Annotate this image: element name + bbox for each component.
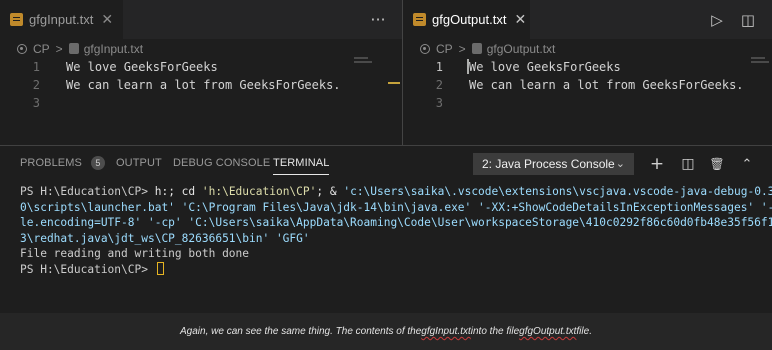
code-line: 2 We can learn a lot from GeeksForGeeks.: [0, 76, 402, 94]
text-file-icon: [413, 13, 426, 26]
tab-problems-label: PROBLEMS: [20, 157, 82, 169]
terminal-line: PS H:\Education\CP>: [20, 261, 772, 278]
breadcrumb-left: CP > gfgInput.txt: [0, 39, 402, 58]
tab-output[interactable]: OUTPUT: [116, 146, 162, 180]
terminal-line: PS H:\Education\CP> h:; cd 'h:\Education…: [20, 184, 772, 200]
text-file-icon: [10, 13, 23, 26]
new-terminal-icon[interactable]: +: [647, 153, 667, 175]
terminal-operator: ; &: [316, 185, 344, 198]
tab-bar-left: gfgInput.txt ✕ ···: [0, 0, 402, 39]
file-icon: [471, 43, 482, 54]
tab-debug-console-label: DEBUG CONSOLE: [173, 157, 271, 169]
breadcrumb-file[interactable]: gfgOutput.txt: [487, 42, 556, 56]
tab-label: gfgInput.txt: [29, 12, 94, 27]
panel-tab-bar: PROBLEMS 5 OUTPUT DEBUG CONSOLE TERMINAL…: [0, 146, 772, 180]
minimap-right[interactable]: [751, 57, 769, 117]
file-icon: [68, 43, 79, 54]
tab-bar-right: gfgOutput.txt ✕ ▷ ◫: [403, 0, 772, 39]
more-actions-icon[interactable]: ···: [366, 0, 390, 39]
breadcrumb-right: CP > gfgOutput.txt: [403, 39, 772, 58]
terminal-command: h:; cd: [154, 185, 202, 198]
tab-terminal[interactable]: TERMINAL: [273, 146, 330, 180]
code-line: 2 We can learn a lot from GeeksForGeeks.: [403, 76, 772, 94]
caption-filename-output: gfgOutput.txt: [519, 326, 577, 337]
split-terminal-icon[interactable]: ◫: [678, 153, 698, 175]
line-text: We love GeeksForGeeks: [469, 60, 621, 74]
chevron-down-icon: ⌄: [615, 158, 625, 170]
terminal-cursor: [156, 261, 164, 275]
tab-terminal-label: TERMINAL: [273, 157, 330, 169]
folder-target-icon: [420, 43, 430, 54]
line-text: [40, 94, 66, 112]
folder-target-icon: [17, 43, 27, 54]
breadcrumb-separator: >: [458, 41, 466, 56]
code-line: 3: [403, 94, 772, 112]
tab-label: gfgOutput.txt: [432, 12, 507, 27]
breadcrumb-folder[interactable]: CP: [33, 42, 50, 56]
line-number: 2: [32, 78, 40, 92]
line-text: We love GeeksForGeeks: [66, 60, 218, 74]
terminal-prompt: PS H:\Education\CP>: [20, 185, 155, 198]
close-icon[interactable]: ✕: [101, 13, 113, 27]
breadcrumb-separator: >: [55, 41, 63, 56]
line-number: 2: [435, 78, 443, 92]
caption: Again, we can see the same thing. The co…: [0, 313, 772, 350]
breadcrumb-folder[interactable]: CP: [436, 42, 453, 56]
caption-text: Again, we can see the same thing. The co…: [180, 326, 422, 337]
line-number: 1: [435, 60, 443, 74]
terminal-line: 0\scripts\launcher.bat' 'C:\Program File…: [20, 200, 772, 214]
editor-group-left: gfgInput.txt ✕ ··· CP > gfgInput.txt 1 W…: [0, 0, 402, 145]
terminal-line: File reading and writing both done: [20, 247, 250, 260]
line-text: We can learn a lot from GeeksForGeeks.: [469, 78, 744, 92]
tab-gfgoutput[interactable]: gfgOutput.txt ✕: [403, 0, 530, 39]
editor-group-right: gfgOutput.txt ✕ ▷ ◫ CP > gfgOutput.txt 1…: [403, 0, 772, 145]
overview-ruler-mark: [388, 82, 400, 84]
code-editor-right[interactable]: 1 We love GeeksForGeeks 2 We can learn a…: [403, 58, 772, 112]
terminal-prompt: PS H:\Education\CP>: [20, 262, 155, 276]
code-line: 1 We love GeeksForGeeks: [403, 58, 772, 76]
line-number: 1: [32, 60, 40, 74]
line-number: 3: [435, 96, 443, 110]
terminal-select[interactable]: 2: Java Process Console ⌄: [473, 153, 634, 175]
run-icon[interactable]: ▷: [705, 0, 729, 39]
minimap-left[interactable]: [354, 57, 372, 117]
close-icon[interactable]: ✕: [514, 13, 526, 27]
terminal-path: 'h:\Education\CP': [201, 185, 317, 198]
line-text: [443, 94, 469, 112]
terminal-line: 3\redhat.java\jdt_ws\CP_82636651\bin' 'G…: [20, 231, 310, 245]
terminal-output[interactable]: PS H:\Education\CP> h:; cd 'h:\Education…: [20, 184, 772, 312]
line-number: 3: [32, 96, 40, 110]
breadcrumb-file[interactable]: gfgInput.txt: [84, 42, 143, 56]
caption-text: into the file: [470, 326, 520, 337]
split-editor-icon[interactable]: ◫: [736, 0, 760, 39]
terminal-launcher-path: 'c:\Users\saika\.vscode\extensions\vscja…: [343, 185, 772, 198]
code-line: 3: [0, 94, 402, 112]
trash-icon[interactable]: 🗑: [707, 153, 727, 175]
tab-problems[interactable]: PROBLEMS 5: [20, 146, 105, 180]
code-line: 1 We love GeeksForGeeks: [0, 58, 402, 76]
terminal-line: le.encoding=UTF-8' '-cp' 'C:\Users\saika…: [20, 216, 772, 229]
bottom-panel: PROBLEMS 5 OUTPUT DEBUG CONSOLE TERMINAL…: [0, 145, 772, 313]
maximize-panel-icon[interactable]: ⌃: [737, 153, 757, 175]
text-cursor: [467, 59, 469, 74]
tab-gfginput[interactable]: gfgInput.txt ✕: [0, 0, 123, 39]
caption-text: file.: [576, 326, 592, 337]
terminal-select-value: 2: Java Process Console: [482, 157, 615, 171]
tab-output-label: OUTPUT: [116, 157, 162, 169]
tab-debug-console[interactable]: DEBUG CONSOLE: [173, 146, 270, 180]
code-editor-left[interactable]: 1 We love GeeksForGeeks 2 We can learn a…: [0, 58, 402, 112]
line-text: We can learn a lot from GeeksForGeeks.: [66, 78, 341, 92]
caption-filename-input: gfgInput.txt: [421, 326, 471, 337]
problems-count-badge: 5: [90, 156, 105, 170]
